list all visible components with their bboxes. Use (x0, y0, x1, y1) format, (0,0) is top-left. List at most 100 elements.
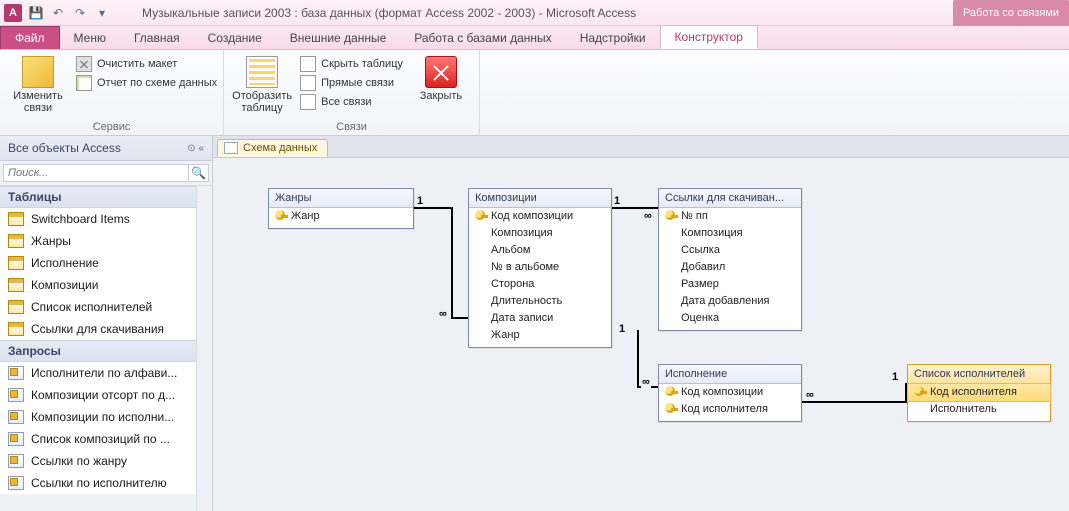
all-links-icon (300, 94, 316, 110)
rel-many: ∞ (438, 308, 448, 320)
table-field[interactable]: Код исполнителя (908, 384, 1050, 401)
hide-table-label: Скрыть таблицу (321, 58, 403, 70)
nav-item-table[interactable]: Ссылки для скачивания (0, 318, 212, 340)
qat-redo-icon[interactable]: ↷ (70, 3, 90, 23)
nav-item-query[interactable]: Композиции отсорт по д... (0, 384, 212, 406)
edit-relations-label: Изменить связи (6, 90, 70, 114)
report-icon (76, 75, 92, 91)
workspace: Все объекты Access ⊙ « 🔍 Таблицы ⌃ Switc… (0, 136, 1069, 511)
table-box-title[interactable]: Список исполнителей (908, 365, 1050, 384)
table-field[interactable]: Длительность (469, 293, 611, 310)
table-field[interactable]: Жанр (469, 327, 611, 347)
hide-icon (300, 56, 316, 72)
table-field[interactable]: Ссылка (659, 242, 801, 259)
table-field[interactable]: № в альбоме (469, 259, 611, 276)
tab-create[interactable]: Создание (194, 27, 276, 49)
table-box-title[interactable]: Ссылки для скачиван... (659, 189, 801, 208)
nav-item-label: Ссылки по исполнителю (31, 476, 167, 490)
table-field[interactable]: Код композиции (469, 208, 611, 225)
table-field[interactable]: Дата добавления (659, 293, 801, 310)
nav-queries-list: Исполнители по алфави... Композиции отсор… (0, 362, 212, 494)
document-tab-schema[interactable]: Схема данных (217, 139, 328, 157)
nav-item-label: Список композиций по ... (31, 432, 170, 446)
rel-line (413, 207, 453, 209)
tab-home[interactable]: Главная (120, 27, 194, 49)
edit-relations-button[interactable]: Изменить связи (6, 52, 70, 119)
tab-dbtools[interactable]: Работа с базами данных (400, 27, 565, 49)
nav-category-tables-label: Таблицы (8, 190, 61, 204)
tab-external[interactable]: Внешние данные (276, 27, 401, 49)
nav-category-tables[interactable]: Таблицы ⌃ (0, 186, 212, 208)
nav-category-queries-label: Запросы (8, 344, 61, 358)
table-box[interactable]: Ссылки для скачиван...№ ппКомпозицияСсыл… (658, 188, 802, 331)
table-box-title[interactable]: Композиции (469, 189, 611, 208)
table-field[interactable]: Композиция (469, 225, 611, 242)
qat-save-icon[interactable]: 💾 (26, 3, 46, 23)
nav-item-table[interactable]: Композиции (0, 274, 212, 296)
table-box[interactable]: Список исполнителейКод исполнителяИсполн… (907, 364, 1051, 422)
table-field[interactable]: Код композиции (659, 384, 801, 401)
close-button[interactable]: Закрыть (409, 52, 473, 119)
table-icon (8, 322, 24, 336)
table-field[interactable]: Дата записи (469, 310, 611, 327)
table-field[interactable]: Исполнитель (908, 401, 1050, 421)
show-table-button[interactable]: Отобразить таблицу (230, 52, 294, 119)
relationships-icon (224, 142, 238, 154)
nav-item-query[interactable]: Ссылки по жанру (0, 450, 212, 472)
nav-collapse-icon[interactable]: ⊙ « (187, 143, 204, 154)
table-box[interactable]: ЖанрыЖанр (268, 188, 414, 229)
nav-item-label: Исполнители по алфави... (31, 366, 177, 380)
nav-item-query[interactable]: Список композиций по ... (0, 428, 212, 450)
window-title: Музыкальные записи 2003 : база данных (ф… (142, 6, 636, 20)
nav-item-table[interactable]: Жанры (0, 230, 212, 252)
table-box-title[interactable]: Исполнение (659, 365, 801, 384)
table-field[interactable]: Код исполнителя (659, 401, 801, 421)
hide-table-button[interactable]: Скрыть таблицу (300, 56, 403, 72)
nav-item-label: Композиции по исполни... (31, 410, 174, 424)
direct-links-icon (300, 75, 316, 91)
table-field[interactable]: Альбом (469, 242, 611, 259)
table-field[interactable]: Композиция (659, 225, 801, 242)
search-icon[interactable]: 🔍 (189, 164, 209, 182)
tab-design[interactable]: Конструктор (660, 25, 758, 49)
table-field[interactable]: Размер (659, 276, 801, 293)
nav-item-table[interactable]: Исполнение (0, 252, 212, 274)
nav-item-query[interactable]: Ссылки по исполнителю (0, 472, 212, 494)
nav-item-table[interactable]: Список исполнителей (0, 296, 212, 318)
nav-item-label: Switchboard Items (31, 212, 130, 226)
qat-customize-icon[interactable]: ▾ (92, 3, 112, 23)
nav-scrollbar[interactable] (196, 186, 212, 511)
tab-file[interactable]: Файл (0, 26, 60, 49)
schema-report-button[interactable]: Отчет по схеме данных (76, 75, 217, 91)
tab-addins[interactable]: Надстройки (566, 27, 660, 49)
table-box[interactable]: КомпозицииКод композицииКомпозицияАльбом… (468, 188, 612, 348)
contextual-tab-header: Работа со связями (953, 0, 1069, 26)
rel-one: 1 (618, 323, 626, 335)
clear-layout-button[interactable]: Очистить макет (76, 56, 217, 72)
nav-item-table[interactable]: Switchboard Items (0, 208, 212, 230)
table-field[interactable]: Сторона (469, 276, 611, 293)
nav-item-query[interactable]: Исполнители по алфави... (0, 362, 212, 384)
nav-item-query[interactable]: Композиции по исполни... (0, 406, 212, 428)
nav-search: 🔍 (0, 161, 212, 186)
rel-line (451, 207, 453, 317)
nav-header[interactable]: Все объекты Access ⊙ « (0, 136, 212, 161)
table-field[interactable]: Добавил (659, 259, 801, 276)
table-field[interactable]: Жанр (269, 208, 413, 228)
diagram-surface[interactable]: 1 ∞ 1 ∞ 1 ∞ ∞ 1 ЖанрыЖанрКомпозицииКод к… (213, 158, 1069, 511)
ribbon: Изменить связи Очистить макет Отчет по с… (0, 50, 1069, 136)
table-field[interactable]: Оценка (659, 310, 801, 330)
nav-header-label: Все объекты Access (8, 141, 121, 155)
table-box-title[interactable]: Жанры (269, 189, 413, 208)
tab-menu[interactable]: Меню (60, 27, 120, 49)
direct-links-button[interactable]: Прямые связи (300, 75, 403, 91)
search-input[interactable] (3, 164, 189, 182)
qat-undo-icon[interactable]: ↶ (48, 3, 68, 23)
table-box[interactable]: ИсполнениеКод композицииКод исполнителя (658, 364, 802, 422)
table-field[interactable]: № пп (659, 208, 801, 225)
query-icon (8, 366, 24, 380)
table-icon (8, 300, 24, 314)
query-icon (8, 454, 24, 468)
all-links-button[interactable]: Все связи (300, 94, 403, 110)
nav-category-queries[interactable]: Запросы ⌃ (0, 340, 212, 362)
